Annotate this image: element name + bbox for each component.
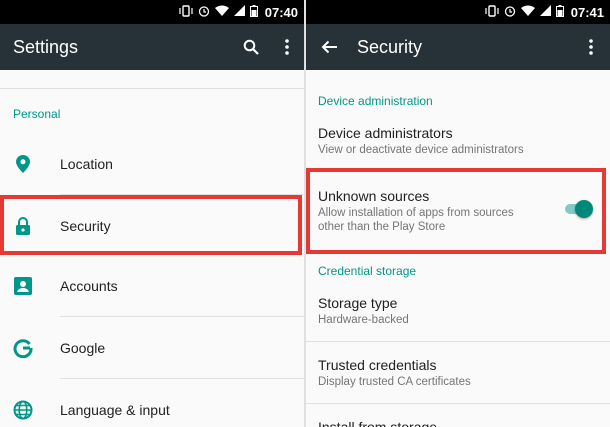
vibrate-icon xyxy=(179,4,193,20)
location-pin-icon xyxy=(12,153,34,175)
settings-item-language[interactable]: Language & input xyxy=(0,380,304,427)
highlight-box xyxy=(0,195,302,255)
page-title: Settings xyxy=(13,36,79,57)
signal-icon xyxy=(233,5,245,19)
settings-screen: 07:40 Settings Personal Location Securit… xyxy=(0,0,304,427)
divider xyxy=(306,403,610,404)
security-item-storage-type: Storage type Hardware-backed xyxy=(306,288,610,336)
security-screen: 07:41 Security Device administration Dev… xyxy=(306,0,610,427)
security-item-install-from-storage[interactable]: Install from storage xyxy=(306,412,610,427)
arrow-back-icon xyxy=(321,40,337,54)
battery-icon xyxy=(249,4,258,20)
google-icon xyxy=(12,337,34,359)
app-bar: Settings xyxy=(0,24,304,70)
status-bar: 07:41 xyxy=(306,0,610,24)
search-button[interactable] xyxy=(238,24,264,70)
security-item-label: Install from storage xyxy=(318,419,438,427)
security-item-label: Device administrators xyxy=(318,125,453,141)
security-item-label: Storage type xyxy=(318,295,398,311)
wifi-icon xyxy=(520,5,535,19)
divider xyxy=(0,88,304,89)
more-vert-icon xyxy=(589,39,593,55)
divider xyxy=(306,341,610,342)
alarm-icon xyxy=(504,5,516,20)
section-header-personal: Personal xyxy=(13,107,61,121)
status-bar: 07:40 xyxy=(0,0,304,24)
divider xyxy=(60,378,304,379)
more-vert-icon xyxy=(285,39,289,55)
battery-icon xyxy=(555,4,564,20)
page-title: Security xyxy=(357,36,423,57)
back-button[interactable] xyxy=(318,24,340,70)
vibrate-icon xyxy=(485,4,499,20)
status-time: 07:40 xyxy=(264,4,298,20)
security-item-device-admins[interactable]: Device administrators View or deactivate… xyxy=(306,118,610,166)
app-bar: Security xyxy=(306,24,610,70)
security-item-summary: Display trusted CA certificates xyxy=(318,376,471,388)
divider xyxy=(60,316,304,317)
security-item-trusted-credentials[interactable]: Trusted credentials Display trusted CA c… xyxy=(306,350,610,398)
signal-icon xyxy=(539,5,551,19)
more-options-button[interactable] xyxy=(578,24,604,70)
section-header-device-admin: Device administration xyxy=(318,94,433,108)
more-options-button[interactable] xyxy=(274,24,300,70)
settings-item-label: Accounts xyxy=(60,278,118,294)
wifi-icon xyxy=(214,5,229,19)
settings-item-label: Location xyxy=(60,156,113,172)
security-item-summary: View or deactivate device administrators xyxy=(318,144,524,156)
search-icon xyxy=(243,39,259,55)
security-item-label: Trusted credentials xyxy=(318,357,437,373)
security-item-summary: Hardware-backed xyxy=(318,314,409,326)
highlight-box xyxy=(306,168,606,254)
settings-item-accounts[interactable]: Accounts xyxy=(0,256,304,316)
alarm-icon xyxy=(198,5,210,20)
settings-item-label: Google xyxy=(60,340,106,356)
settings-item-location[interactable]: Location xyxy=(0,134,304,194)
settings-item-label: Language & input xyxy=(60,402,170,418)
account-box-icon xyxy=(12,275,34,297)
section-header-credential-storage: Credential storage xyxy=(318,264,417,278)
status-time: 07:41 xyxy=(570,4,604,20)
globe-icon xyxy=(12,399,34,421)
settings-item-google[interactable]: Google xyxy=(0,318,304,378)
